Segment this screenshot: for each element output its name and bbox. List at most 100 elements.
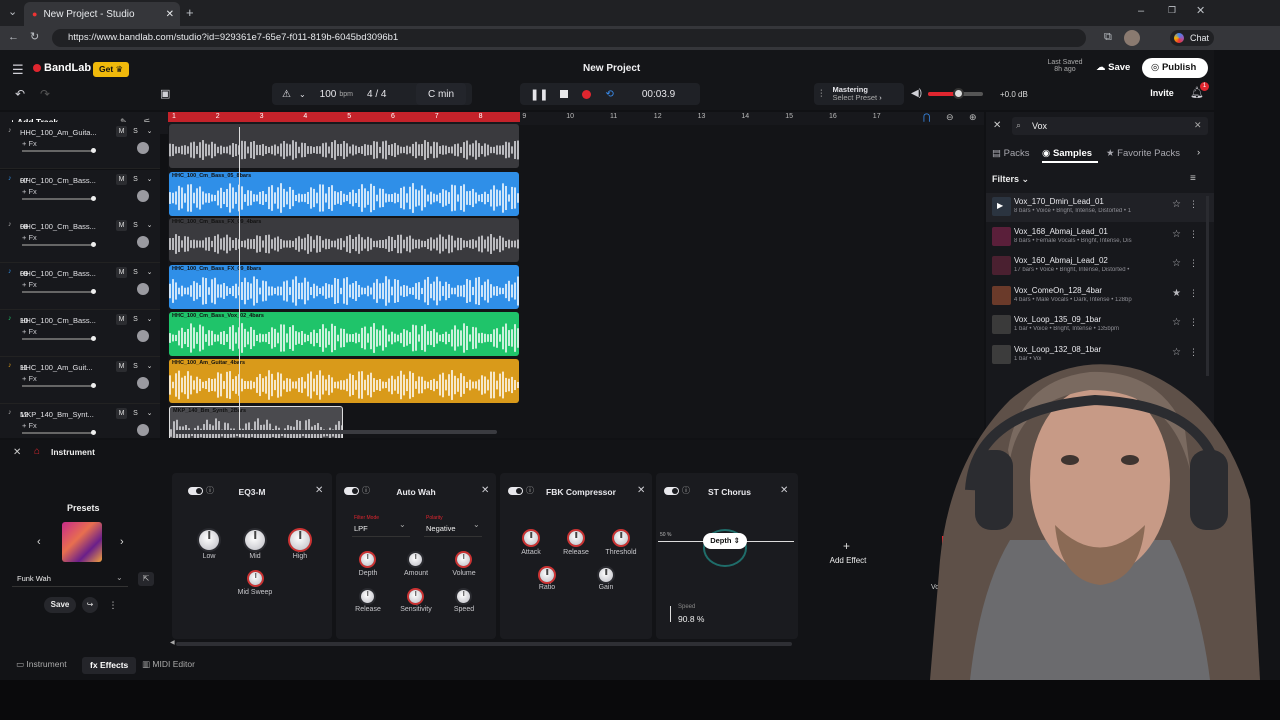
- master-volume-slider[interactable]: [928, 88, 983, 99]
- add-fx-button[interactable]: + Fx: [22, 187, 37, 196]
- pan-knob[interactable]: [137, 377, 149, 389]
- get-membership-button[interactable]: Get ♛: [93, 62, 130, 77]
- share-preset-icon[interactable]: ↪: [82, 597, 98, 613]
- track-name[interactable]: MKP_140_Bm_Synt...: [20, 410, 100, 419]
- track-options-icon[interactable]: ⌄: [144, 220, 155, 231]
- extensions-icon[interactable]: ⧉: [1104, 32, 1112, 43]
- autowah-amount-knob[interactable]: [409, 553, 422, 566]
- tempo-value[interactable]: 100: [320, 89, 337, 100]
- solo-button[interactable]: S: [130, 126, 141, 137]
- autowah-speed-knob[interactable]: [457, 590, 470, 603]
- minimize-icon[interactable]: –: [1138, 6, 1144, 17]
- metronome-icon[interactable]: ⚠: [282, 89, 291, 100]
- add-fx-button[interactable]: + Fx: [22, 280, 37, 289]
- sample-item[interactable]: Vox_ComeOn_128_4bar 4 bars • Male Vocals …: [986, 282, 1214, 311]
- compressor-threshold-knob[interactable]: [614, 531, 628, 545]
- favorite-star-icon[interactable]: ☆: [1172, 199, 1181, 210]
- track-volume-slider[interactable]: [22, 148, 96, 153]
- audio-region[interactable]: HHC_100_Cm_Bass_05_8bars: [169, 172, 519, 216]
- add-fx-button[interactable]: + Fx: [22, 139, 37, 148]
- preset-artwork[interactable]: [62, 522, 102, 562]
- eq3m-close-icon[interactable]: ✕: [315, 485, 323, 496]
- volume-slider-handle[interactable]: [91, 242, 96, 247]
- autowah-depth-knob[interactable]: [361, 553, 374, 566]
- track-volume-slider[interactable]: [22, 336, 96, 341]
- sample-more-icon[interactable]: ⋮: [1189, 317, 1198, 328]
- sample-more-icon[interactable]: ⋮: [1189, 199, 1198, 210]
- track-name[interactable]: HHC_100_Am_Guita...: [20, 128, 100, 137]
- sample-artwork[interactable]: [992, 226, 1011, 246]
- audio-region[interactable]: HHC_100_Am_Guitar_4bars: [169, 359, 519, 403]
- eq3m-high-knob[interactable]: [290, 530, 310, 550]
- add-fx-button[interactable]: + Fx: [22, 327, 37, 336]
- mastering-button[interactable]: ⫶ Mastering Select Preset ›: [814, 83, 904, 105]
- loop-icon[interactable]: ⟲: [605, 89, 613, 100]
- track-header[interactable]: ♪ HHC_100_Cm_Bass... 07 M S ⌄ + Fx: [0, 170, 160, 217]
- save-button[interactable]: ☁ Save: [1088, 58, 1138, 78]
- tab-midi-editor[interactable]: ▥ MIDI Editor: [142, 659, 195, 670]
- autowah-close-icon[interactable]: ✕: [481, 485, 489, 496]
- midi-learn-icon[interactable]: ⇱: [138, 572, 154, 586]
- pause-icon[interactable]: ❚❚: [530, 88, 548, 101]
- solo-button[interactable]: S: [130, 361, 141, 372]
- eq3m-mid-knob[interactable]: [245, 530, 265, 550]
- prev-preset-icon[interactable]: ‹: [37, 536, 41, 548]
- favorite-star-icon[interactable]: ★: [1172, 288, 1181, 299]
- solo-button[interactable]: S: [130, 220, 141, 231]
- sample-more-icon[interactable]: ⋮: [1189, 258, 1198, 269]
- volume-slider-handle[interactable]: [91, 196, 96, 201]
- track-header[interactable]: ♪ MKP_140_Bm_Synt... 12 M S ⌄ + Fx: [0, 404, 160, 438]
- url-input[interactable]: https://www.bandlab.com/studio?id=929361…: [52, 29, 1086, 47]
- track-header[interactable]: ♪ HHC_100_Cm_Bass... 10 M S ⌄ + Fx: [0, 310, 160, 357]
- snap-icon[interactable]: ⋂: [923, 112, 930, 123]
- chorus-close-icon[interactable]: ✕: [780, 485, 788, 496]
- track-header[interactable]: ♪ HHC_100_Am_Guita... M S ⌄ + Fx: [0, 122, 160, 169]
- compressor-release-knob[interactable]: [569, 531, 583, 545]
- sample-item[interactable]: Vox_Loop_135_09_1bar 1 bar • Voice • Brig…: [986, 311, 1214, 340]
- track-name[interactable]: HHC_100_Cm_Bass...: [20, 176, 100, 185]
- track-volume-slider[interactable]: [22, 289, 96, 294]
- chorus-info-icon[interactable]: ⓘ: [682, 485, 690, 496]
- publish-button[interactable]: ◎ Publish: [1142, 58, 1208, 78]
- mute-button[interactable]: M: [116, 314, 127, 325]
- filters-button[interactable]: Filters ⌄: [992, 174, 1029, 185]
- favorite-star-icon[interactable]: ☆: [1172, 258, 1181, 269]
- metronome-dropdown-icon[interactable]: ⌄: [299, 90, 306, 99]
- mute-button[interactable]: M: [116, 267, 127, 278]
- next-preset-icon[interactable]: ›: [120, 536, 124, 548]
- menu-icon[interactable]: ☰: [12, 62, 24, 78]
- sample-item[interactable]: ▶ Vox_170_Dmin_Lead_01 8 bars • Voice • Br…: [986, 193, 1214, 222]
- track-options-icon[interactable]: ⌄: [144, 267, 155, 278]
- volume-slider-handle[interactable]: [91, 148, 96, 153]
- horizontal-scrollbar[interactable]: [175, 430, 497, 434]
- solo-button[interactable]: S: [130, 267, 141, 278]
- solo-button[interactable]: S: [130, 174, 141, 185]
- pan-knob[interactable]: [137, 424, 149, 436]
- speaker-icon[interactable]: ◀): [911, 88, 922, 99]
- pan-knob[interactable]: [137, 190, 149, 202]
- volume-slider-handle[interactable]: [91, 336, 96, 341]
- compressor-info-icon[interactable]: ⓘ: [526, 485, 534, 496]
- record-icon[interactable]: [582, 89, 592, 99]
- pan-knob[interactable]: [137, 236, 149, 248]
- chorus-power-toggle[interactable]: [664, 487, 679, 495]
- pan-knob[interactable]: [137, 283, 149, 295]
- compressor-power-toggle[interactable]: [508, 487, 523, 495]
- sample-artwork[interactable]: [992, 285, 1011, 305]
- tabs-next-icon[interactable]: ›: [1197, 147, 1200, 158]
- zoom-out-icon[interactable]: ⊖: [946, 112, 954, 123]
- mute-button[interactable]: M: [116, 220, 127, 231]
- add-fx-button[interactable]: + Fx: [22, 233, 37, 242]
- compressor-gain-knob[interactable]: [599, 568, 613, 582]
- invite-button[interactable]: Invite: [1144, 84, 1180, 102]
- stop-icon[interactable]: [560, 90, 569, 98]
- sort-icon[interactable]: ≡: [1190, 173, 1196, 184]
- solo-button[interactable]: S: [130, 408, 141, 419]
- audio-region[interactable]: [169, 124, 519, 168]
- scroll-left-icon[interactable]: ◀: [170, 639, 175, 646]
- sample-artwork[interactable]: [992, 256, 1011, 275]
- audio-region[interactable]: HHC_100_Cm_Bass_Vox_02_4bars: [169, 312, 519, 356]
- new-tab-icon[interactable]: +: [186, 6, 194, 19]
- audio-region[interactable]: HHC_100_Cm_Bass_FX_09_8bars: [169, 265, 519, 309]
- chorus-depth-button[interactable]: Depth ⇕: [703, 533, 747, 549]
